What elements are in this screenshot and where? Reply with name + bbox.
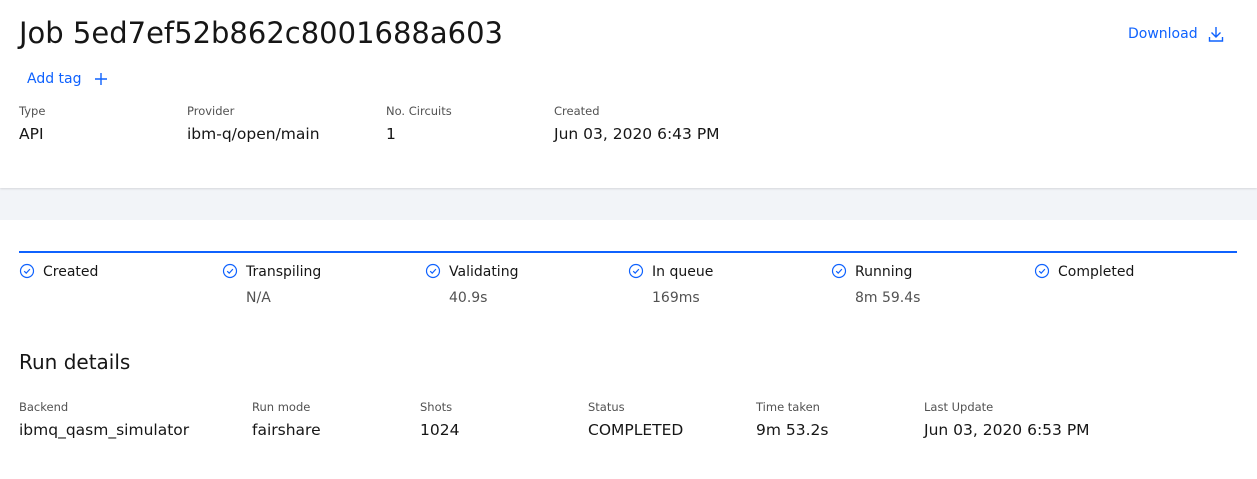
meta-label-provider: Provider (187, 104, 235, 118)
run-label-shots: Shots (420, 400, 453, 414)
meta-value-circuits: 1 (386, 125, 396, 143)
step-transpiling: Transpiling N/A (222, 262, 422, 308)
plus-icon (94, 72, 108, 86)
meta-value-type: API (19, 125, 44, 143)
step-created: Created (19, 262, 219, 288)
step-duration: N/A (246, 290, 271, 306)
run-value-last-update: Jun 03, 2020 6:53 PM (924, 421, 1090, 439)
add-tag-button[interactable]: Add tag (27, 69, 108, 89)
step-label: Transpiling (246, 264, 322, 280)
page-title: Job 5ed7ef52b862c8001688a603 (19, 16, 504, 50)
run-value-time-taken: 9m 53.2s (756, 421, 829, 439)
meta-value-created: Jun 03, 2020 6:43 PM (554, 125, 720, 143)
meta-label-circuits: No. Circuits (386, 104, 452, 118)
run-label-run-mode: Run mode (252, 400, 311, 414)
job-header-panel: Job 5ed7ef52b862c8001688a603 Download Ad… (0, 0, 1257, 188)
step-label: Validating (449, 264, 519, 280)
step-duration: 8m 59.4s (855, 290, 921, 306)
checkmark-outline-icon (831, 263, 847, 279)
meta-value-provider: ibm-q/open/main (187, 125, 320, 143)
step-label: Completed (1058, 264, 1135, 280)
run-value-shots: 1024 (420, 421, 460, 439)
meta-label-created: Created (554, 104, 600, 118)
step-duration: 40.9s (449, 290, 488, 306)
step-label: Created (43, 264, 99, 280)
step-validating: Validating 40.9s (425, 262, 625, 308)
run-value-status: COMPLETED (588, 421, 684, 439)
section-divider-band (0, 188, 1257, 220)
checkmark-outline-icon (222, 263, 238, 279)
step-duration: 169ms (652, 290, 700, 306)
run-value-backend: ibmq_qasm_simulator (19, 421, 190, 439)
meta-label-type: Type (19, 104, 46, 118)
step-running: Running 8m 59.4s (831, 262, 1031, 308)
run-label-status: Status (588, 400, 625, 414)
run-details-title: Run details (19, 350, 131, 374)
run-label-time-taken: Time taken (756, 400, 820, 414)
run-value-run-mode: fairshare (252, 421, 321, 439)
checkmark-outline-icon (628, 263, 644, 279)
download-button[interactable]: Download (1128, 24, 1226, 44)
checkmark-outline-icon (19, 263, 35, 279)
add-tag-label: Add tag (27, 71, 82, 87)
download-label: Download (1128, 26, 1198, 42)
step-completed: Completed (1034, 262, 1234, 288)
step-label: Running (855, 264, 913, 280)
step-label: In queue (652, 264, 714, 280)
progress-indicator-line (19, 251, 1237, 253)
checkmark-outline-icon (1034, 263, 1050, 279)
checkmark-outline-icon (425, 263, 441, 279)
run-label-last-update: Last Update (924, 400, 994, 414)
step-in-queue: In queue 169ms (628, 262, 828, 308)
download-icon (1206, 24, 1226, 44)
run-label-backend: Backend (19, 400, 69, 414)
